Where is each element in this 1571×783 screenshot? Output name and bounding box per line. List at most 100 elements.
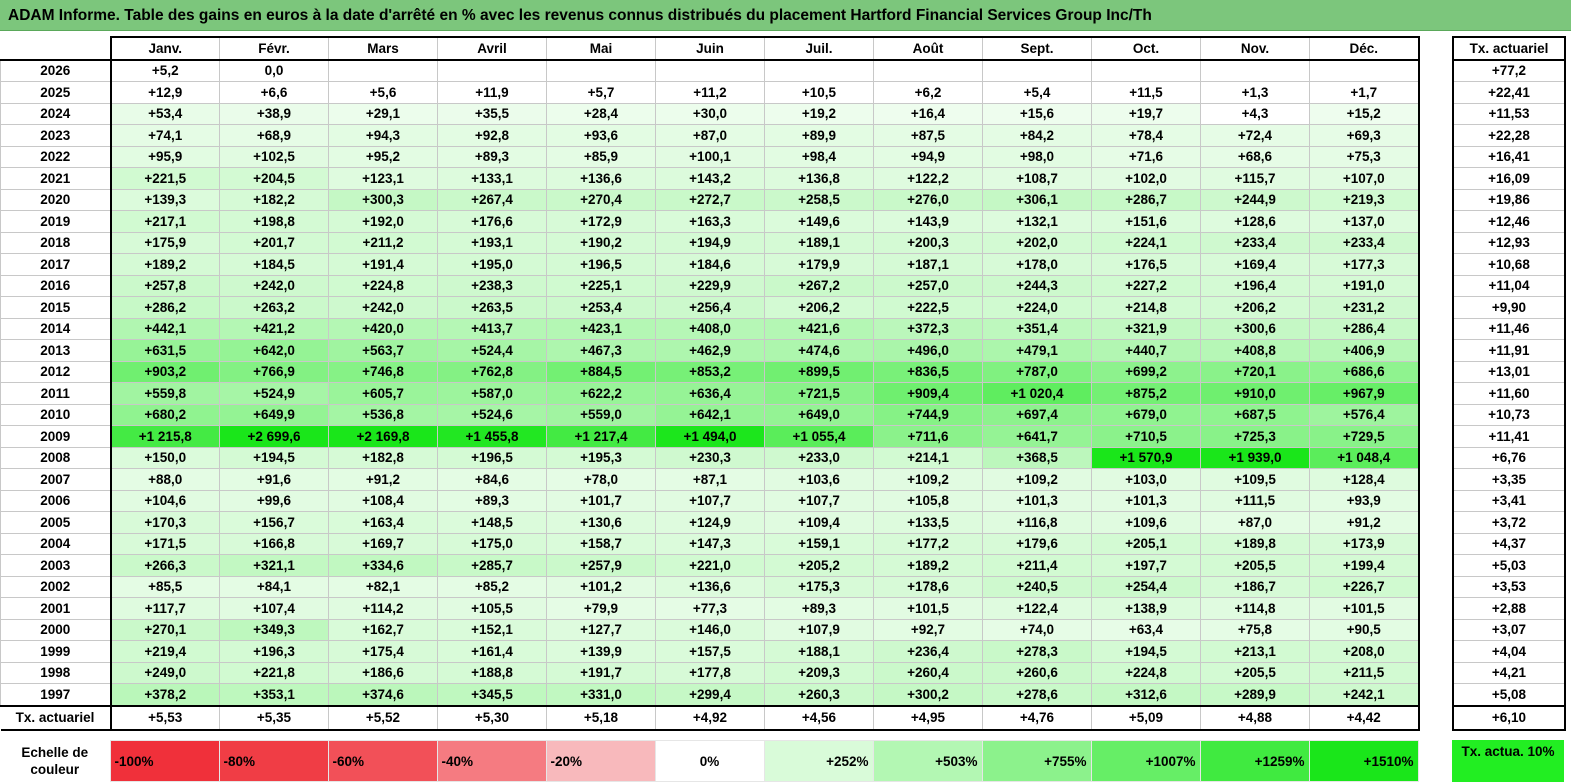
gain-cell: +253,4 — [546, 296, 656, 319]
gain-cell: +729,5 — [1309, 425, 1420, 448]
gain-cell: +156,7 — [219, 511, 329, 534]
gain-cell: +29,1 — [328, 102, 438, 125]
gain-cell: +710,5 — [1091, 425, 1201, 448]
gain-cell: +101,5 — [1309, 597, 1420, 620]
gain-cell: +256,4 — [655, 296, 765, 319]
gain-cell: +101,3 — [1091, 489, 1201, 512]
actuarial-row: +6,76 — [1452, 446, 1566, 469]
actuarial-row: +12,93 — [1452, 231, 1566, 254]
gain-cell: +524,6 — [437, 403, 547, 426]
gain-cell: +224,8 — [328, 274, 438, 297]
table-row: 2006 +104,6 +99,6 +108,4 +89,3 +101,7 +107,7 +1… — [0, 489, 1420, 512]
gain-cell: +132,1 — [982, 210, 1092, 233]
gain-cell: +192,0 — [328, 210, 438, 233]
gain-cell: +649,0 — [764, 403, 874, 426]
gain-cell: +244,3 — [982, 274, 1092, 297]
year-cell: 2006 — [0, 489, 112, 512]
gain-cell: +720,1 — [1200, 360, 1310, 383]
gain-cell: +108,4 — [328, 489, 438, 512]
gain-cell: +117,7 — [109, 597, 220, 620]
gain-cell: +587,0 — [437, 382, 547, 405]
gain-cell: +177,3 — [1309, 253, 1420, 276]
gain-cell: +899,5 — [764, 360, 874, 383]
footer-label: Tx. actuariel — [0, 704, 112, 731]
gain-cell: +196,3 — [219, 640, 329, 663]
gains-table: Janv. Févr. Mars Avril Mai Juin Juil. Août Sept.… — [0, 36, 1420, 731]
gain-cell: +351,4 — [982, 317, 1092, 340]
gain-cell: +479,1 — [982, 339, 1092, 362]
gain-cell: +219,3 — [1309, 188, 1420, 211]
gain-cell: +233,4 — [1309, 231, 1420, 254]
gain-cell: +2 699,6 — [219, 425, 329, 448]
gain-cell: +87,0 — [1200, 511, 1310, 534]
actuarial-row: +16,09 — [1452, 167, 1566, 190]
gain-cell: +374,6 — [328, 683, 438, 706]
gain-cell: +306,1 — [982, 188, 1092, 211]
year-cell: 2014 — [0, 317, 112, 340]
table-row: 2016 +257,8 +242,0 +224,8 +238,3 +225,1 +229,9… — [0, 274, 1420, 297]
gain-cell: +421,2 — [219, 317, 329, 340]
footer-cell: +5,09 — [1091, 704, 1201, 731]
gain-cell: +102,5 — [219, 145, 329, 168]
gain-cell: +187,1 — [873, 253, 983, 276]
gain-cell: +136,8 — [764, 167, 874, 190]
gain-cell: +175,9 — [109, 231, 220, 254]
actuarial-cell: +3,41 — [1452, 489, 1566, 512]
gain-cell: +101,5 — [873, 597, 983, 620]
gain-cell: +85,2 — [437, 575, 547, 598]
gain-cell: +152,1 — [437, 618, 547, 641]
month-header-row: Janv. Févr. Mars Avril Mai Juin Juil. Août Sept.… — [0, 36, 1420, 61]
actuarial-row: +22,41 — [1452, 81, 1566, 104]
gain-cell: +77,3 — [655, 597, 765, 620]
gain-cell: +766,9 — [219, 360, 329, 383]
gain-cell: +74,0 — [982, 618, 1092, 641]
actuarial-row: +11,91 — [1452, 339, 1566, 362]
gain-cell: +787,0 — [982, 360, 1092, 383]
gain-cell: +227,2 — [1091, 274, 1201, 297]
table-row: 2023 +74,1 +68,9 +94,3 +92,8 +93,6 +87,0 +89,9 +… — [0, 124, 1420, 147]
table-row: 2002 +85,5 +84,1 +82,1 +85,2 +101,2 +136,6 +175… — [0, 575, 1420, 598]
gain-cell: +78,4 — [1091, 124, 1201, 147]
gain-cell: +188,1 — [764, 640, 874, 663]
actuarial-cell: +11,60 — [1452, 382, 1566, 405]
gain-cell: +128,6 — [1200, 210, 1310, 233]
actuarial-row: +4,21 — [1452, 661, 1566, 684]
year-cell: 2000 — [0, 618, 112, 641]
actuarial-row: +12,46 — [1452, 210, 1566, 233]
gain-cell: +94,9 — [873, 145, 983, 168]
actuarial-cell: +6,76 — [1452, 446, 1566, 469]
gain-cell: +258,5 — [764, 188, 874, 211]
gain-cell: +242,1 — [1309, 683, 1420, 706]
gain-cell: +257,8 — [109, 274, 220, 297]
month-header: Mars — [328, 36, 438, 61]
gain-cell: +884,5 — [546, 360, 656, 383]
actuarial-column-body: +77,2 +22,41 +11,53 +22,28 +16,41 +16,09 +19,8… — [1452, 59, 1566, 731]
gain-cell: +148,5 — [437, 511, 547, 534]
gain-cell: +204,5 — [219, 167, 329, 190]
gain-cell: +115,7 — [1200, 167, 1310, 190]
actuarial-cell: +16,41 — [1452, 145, 1566, 168]
gain-cell: +300,6 — [1200, 317, 1310, 340]
gain-cell: +100,1 — [655, 145, 765, 168]
gain-cell: +139,9 — [546, 640, 656, 663]
actuarial-row: +77,2 — [1452, 59, 1566, 82]
gain-cell: +1 494,0 — [655, 425, 765, 448]
gain-cell: +2 169,8 — [328, 425, 438, 448]
gain-cell: +15,6 — [982, 102, 1092, 125]
gain-cell: +107,7 — [764, 489, 874, 512]
gain-cell: +133,5 — [873, 511, 983, 534]
table-row: 2026 +5,2 0,0 — [0, 59, 1420, 82]
actuarial-row: +11,46 — [1452, 317, 1566, 340]
gain-cell: +423,1 — [546, 317, 656, 340]
actuarial-row: +3,72 — [1452, 511, 1566, 534]
month-header: Oct. — [1091, 36, 1201, 61]
year-cell: 2024 — [0, 102, 112, 125]
gain-cell — [764, 59, 874, 82]
gain-cell: +95,2 — [328, 145, 438, 168]
color-scale-swatch: +503% — [872, 740, 983, 782]
gain-cell: +1 217,4 — [546, 425, 656, 448]
gain-cell: 0,0 — [219, 59, 329, 82]
year-cell: 2013 — [0, 339, 112, 362]
gain-cell: +224,1 — [1091, 231, 1201, 254]
gain-cell: +195,3 — [546, 446, 656, 469]
